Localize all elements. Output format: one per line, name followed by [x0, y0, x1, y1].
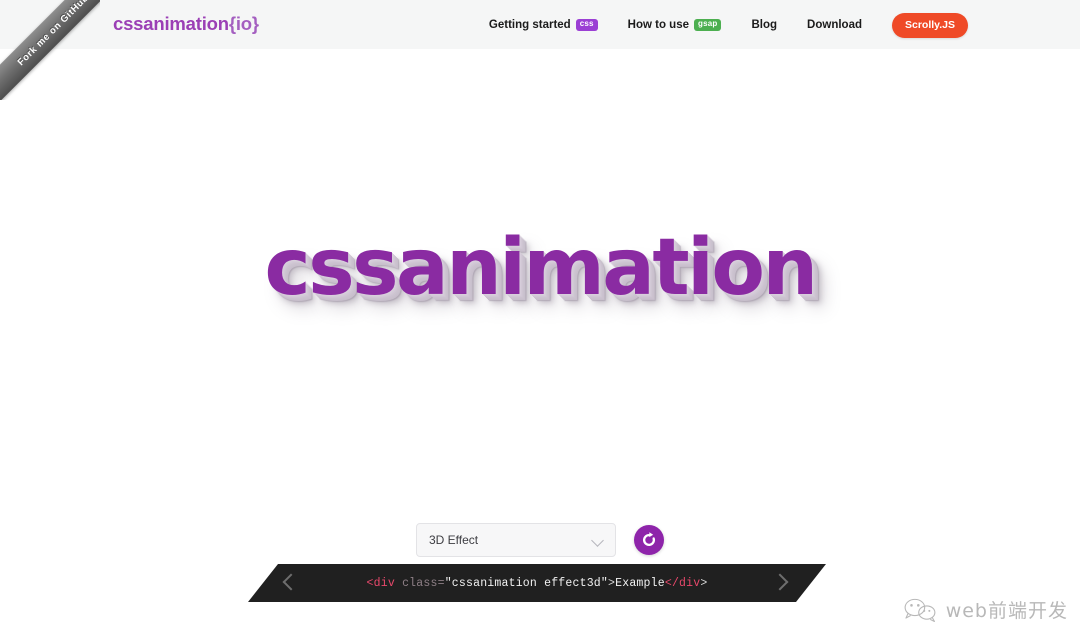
chevron-left-icon[interactable]: [281, 574, 298, 591]
code-open-bracket: <: [366, 576, 374, 590]
github-ribbon-band[interactable]: Fork me on GitHub: [0, 0, 100, 100]
nav-label-blog: Blog: [751, 19, 778, 31]
code-content: Example: [615, 576, 665, 590]
nav-label-how-to-use: How to use: [627, 19, 689, 31]
chevron-down-icon: [593, 536, 604, 547]
nav-label-getting-started: Getting started: [488, 19, 571, 31]
scrolly-js-button[interactable]: Scrolly.JS: [892, 12, 968, 38]
effect-select[interactable]: 3D Effect: [416, 523, 616, 557]
site-logo-main: cssanimation: [113, 13, 229, 34]
code-equals: =: [437, 576, 445, 590]
gsap-badge: gsap: [694, 19, 722, 31]
code-snippet-text: < div class = "cssanimation effect3d" > Exam…: [248, 564, 826, 602]
css-badge: css: [575, 19, 598, 31]
code-close-bracket: </: [664, 576, 680, 590]
github-ribbon-label: Fork me on GitHub: [15, 0, 91, 68]
code-open-tag: div: [373, 576, 395, 590]
code-close-tag: div: [679, 576, 701, 590]
effect-select-value: 3D Effect: [429, 533, 479, 547]
site-header: cssanimation{io} Getting started css How…: [0, 0, 1080, 49]
watermark: web前端开发: [903, 596, 1068, 623]
chevron-right-icon[interactable]: [773, 574, 790, 591]
hero-animated-text: cssanimation: [264, 223, 818, 313]
watermark-text: web前端开发: [945, 600, 1068, 622]
nav-item-download[interactable]: Download: [807, 19, 862, 31]
wechat-smiley-icon: [904, 598, 936, 622]
page-root: Fork me on GitHub cssanimation{io} Getti…: [0, 0, 1080, 635]
animation-stage: cssanimation: [0, 49, 1080, 511]
code-attr-value: "cssanimation effect3d": [444, 576, 609, 590]
code-open-gt: >: [608, 576, 616, 590]
refresh-icon: [643, 532, 656, 547]
nav-item-getting-started[interactable]: Getting started css: [489, 19, 598, 31]
site-logo-braces: {io}: [228, 13, 259, 34]
github-ribbon-icon[interactable]: Fork me on GitHub: [0, 0, 100, 100]
nav-item-blog[interactable]: Blog: [751, 19, 777, 31]
code-snippet-bar: < div class = "cssanimation effect3d" > Exam…: [248, 564, 826, 602]
main-navigation: Getting started css How to use gsap Blog…: [489, 12, 968, 38]
refresh-button[interactable]: [634, 525, 664, 555]
site-logo[interactable]: cssanimation{io}: [113, 13, 259, 35]
nav-label-download: Download: [807, 19, 862, 31]
code-close-gt: >: [700, 576, 708, 590]
nav-item-how-to-use[interactable]: How to use gsap: [628, 19, 722, 31]
code-attr-name: class: [402, 576, 438, 590]
effect-controls: 3D Effect: [0, 523, 1080, 557]
